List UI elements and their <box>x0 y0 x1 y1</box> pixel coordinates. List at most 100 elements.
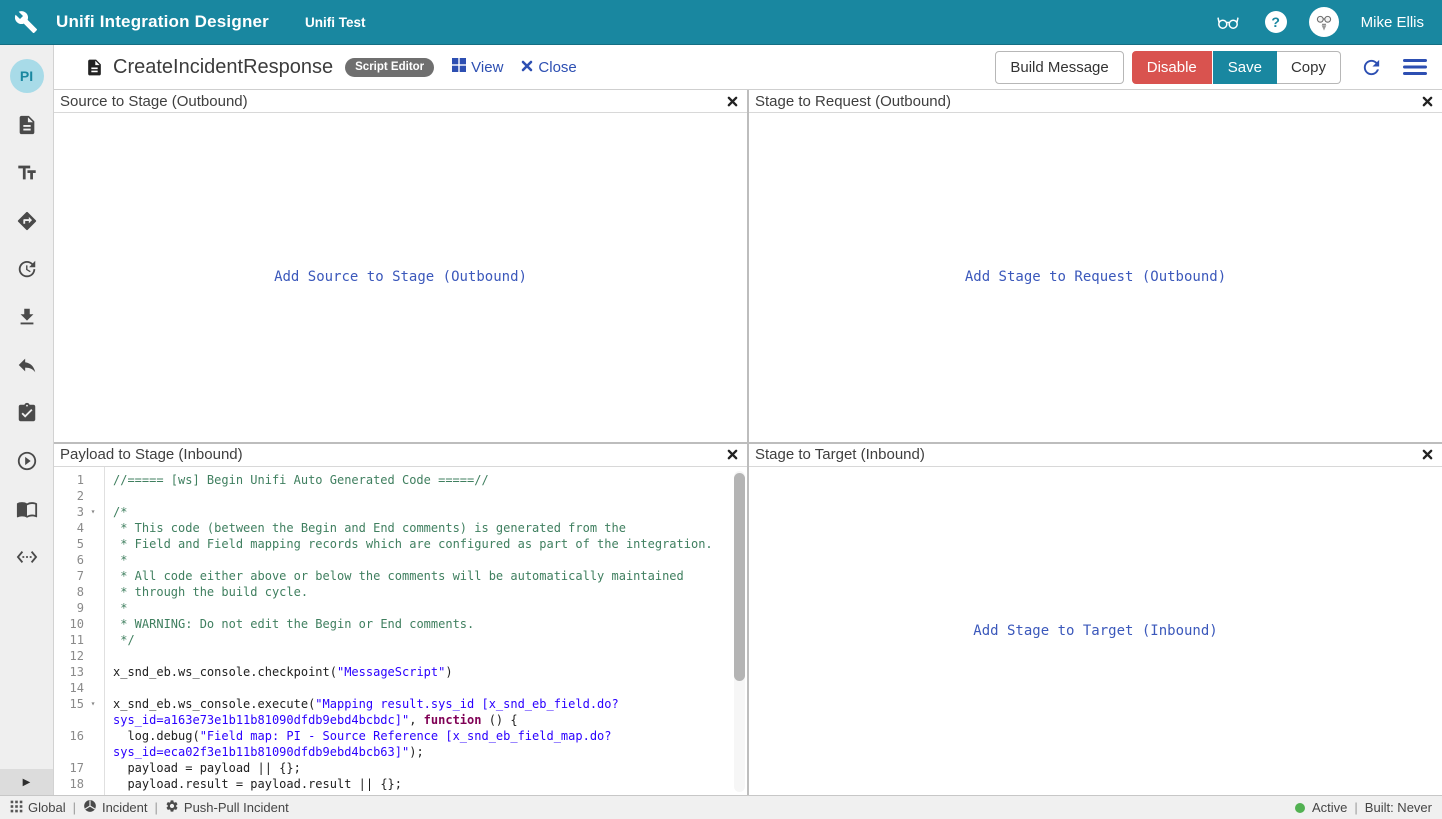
record-title: CreateIncidentResponse <box>113 56 333 79</box>
code-line[interactable]: 15▾x_snd_eb.ws_console.execute("Mapping … <box>54 696 747 728</box>
panel-payload-to-stage: Payload to Stage (Inbound) 1//===== [ws]… <box>54 444 747 796</box>
line-number: 4 <box>54 520 84 536</box>
code-line[interactable]: 7 * All code either above or below the c… <box>54 568 747 584</box>
glasses-icon[interactable] <box>1213 10 1243 34</box>
code-line[interactable]: 1//===== [ws] Begin Unifi Auto Generated… <box>54 472 747 488</box>
sidebar-item-history[interactable] <box>0 247 54 295</box>
panel-header: Stage to Request (Outbound) <box>749 90 1442 113</box>
sidebar-item-field-maps[interactable] <box>0 199 54 247</box>
line-gutter: 17 <box>54 760 104 776</box>
line-number: 16 <box>54 728 84 760</box>
code-line[interactable]: 10 * WARNING: Do not edit the Begin or E… <box>54 616 747 632</box>
panel-close-icon[interactable] <box>727 449 738 460</box>
sidebar-item-api[interactable] <box>0 535 54 583</box>
sidebar-item-tests[interactable] <box>0 391 54 439</box>
code-icon <box>16 546 38 573</box>
code-line[interactable]: 5 * Field and Field mapping records whic… <box>54 536 747 552</box>
scope-label: Global <box>28 800 66 815</box>
panel-header: Stage to Target (Inbound) <box>749 444 1442 467</box>
integration-avatar[interactable]: PI <box>10 59 44 93</box>
add-source-to-stage-link[interactable]: Add Source to Stage (Outbound) <box>274 269 527 285</box>
code-line[interactable]: 14 <box>54 680 747 696</box>
fold-spacer <box>84 632 102 648</box>
code-line[interactable]: 9 * <box>54 600 747 616</box>
code-text: * through the build cycle. <box>104 584 747 600</box>
wrench-logo-icon[interactable] <box>14 10 38 34</box>
code-line[interactable]: 13x_snd_eb.ws_console.checkpoint("Messag… <box>54 664 747 680</box>
table-item[interactable]: Incident <box>83 799 148 816</box>
line-number: 11 <box>54 632 84 648</box>
view-button[interactable]: View <box>452 58 503 76</box>
panel-title: Payload to Stage (Inbound) <box>60 446 727 463</box>
line-gutter: 6 <box>54 552 104 568</box>
code-text <box>104 680 747 696</box>
editor-scrollbar-thumb[interactable] <box>734 473 745 681</box>
code-line[interactable]: 3▾/* <box>54 504 747 520</box>
gutter-divider <box>104 467 105 796</box>
app-root: Unifi Integration Designer Unifi Test ? <box>0 0 1442 819</box>
refresh-icon[interactable] <box>1360 56 1383 79</box>
line-gutter: 13 <box>54 664 104 680</box>
fold-arrow-icon[interactable]: ▾ <box>84 696 102 728</box>
expand-arrow-icon: ▶ <box>23 777 31 788</box>
sidebar-item-run[interactable] <box>0 439 54 487</box>
code-text: * All code either above or below the com… <box>104 568 747 584</box>
status-bar: Global | Incident | Push-Pull Incident A… <box>0 795 1442 819</box>
disable-button[interactable]: Disable <box>1132 51 1212 84</box>
line-gutter: 8 <box>54 584 104 600</box>
user-avatar[interactable] <box>1309 7 1339 37</box>
panel-title: Stage to Request (Outbound) <box>755 93 1422 110</box>
fold-spacer <box>84 584 102 600</box>
code-line[interactable]: 4 * This code (between the Begin and End… <box>54 520 747 536</box>
add-stage-to-target-link[interactable]: Add Stage to Target (Inbound) <box>973 623 1217 639</box>
download-icon <box>16 306 38 333</box>
line-number: 12 <box>54 648 84 664</box>
code-line[interactable]: 18 payload.result = payload.result || {}… <box>54 776 747 792</box>
process-item[interactable]: Push-Pull Incident <box>165 799 289 816</box>
code-text <box>104 488 747 504</box>
code-line[interactable]: 11 */ <box>54 632 747 648</box>
hamburger-menu-icon[interactable] <box>1402 57 1428 77</box>
code-text: * WARNING: Do not edit the Begin or End … <box>104 616 747 632</box>
line-number: 3 <box>54 504 84 520</box>
separator: | <box>155 800 158 815</box>
scope-item[interactable]: Global <box>10 800 66 816</box>
code-text: log.debug("Field map: PI - Source Refere… <box>104 728 747 760</box>
sidebar-item-fields[interactable] <box>0 151 54 199</box>
close-button[interactable]: Close <box>521 59 576 76</box>
build-message-button[interactable]: Build Message <box>995 51 1123 84</box>
copy-button[interactable]: Copy <box>1277 51 1341 84</box>
help-icon[interactable]: ? <box>1265 11 1287 33</box>
sidebar-expand-button[interactable]: ▶ <box>0 769 53 795</box>
panel-close-icon[interactable] <box>727 96 738 107</box>
directions-icon <box>16 210 38 237</box>
fold-spacer <box>84 728 102 760</box>
line-gutter: 12 <box>54 648 104 664</box>
line-gutter: 2 <box>54 488 104 504</box>
sidebar-item-revert[interactable] <box>0 343 54 391</box>
add-stage-to-request-link[interactable]: Add Stage to Request (Outbound) <box>965 269 1226 285</box>
sidebar-item-documentation[interactable] <box>0 487 54 535</box>
code-line[interactable]: 2 <box>54 488 747 504</box>
code-editor[interactable]: 1//===== [ws] Begin Unifi Auto Generated… <box>54 467 747 796</box>
user-name[interactable]: Mike Ellis <box>1361 14 1424 31</box>
fold-arrow-icon[interactable]: ▾ <box>84 504 102 520</box>
code-line[interactable]: 17 payload = payload || {}; <box>54 760 747 776</box>
code-line[interactable]: 16 log.debug("Field map: PI - Source Ref… <box>54 728 747 760</box>
sidebar-item-messages[interactable] <box>0 103 54 151</box>
save-button[interactable]: Save <box>1213 51 1277 84</box>
sidebar: PI ▶ <box>0 45 54 795</box>
nav-item-unifi-test[interactable]: Unifi Test <box>305 15 366 30</box>
shell: PI ▶ CreateIncidentRespons <box>0 45 1442 795</box>
gear-icon <box>165 799 179 816</box>
line-number: 8 <box>54 584 84 600</box>
editor-scrollbar[interactable] <box>734 471 745 793</box>
code-line[interactable]: 6 * <box>54 552 747 568</box>
panel-close-icon[interactable] <box>1422 449 1433 460</box>
panel-close-icon[interactable] <box>1422 96 1433 107</box>
code-line[interactable]: 8 * through the build cycle. <box>54 584 747 600</box>
panel-body: Add Stage to Target (Inbound) <box>749 467 1442 796</box>
line-number: 7 <box>54 568 84 584</box>
sidebar-item-download[interactable] <box>0 295 54 343</box>
code-line[interactable]: 12 <box>54 648 747 664</box>
